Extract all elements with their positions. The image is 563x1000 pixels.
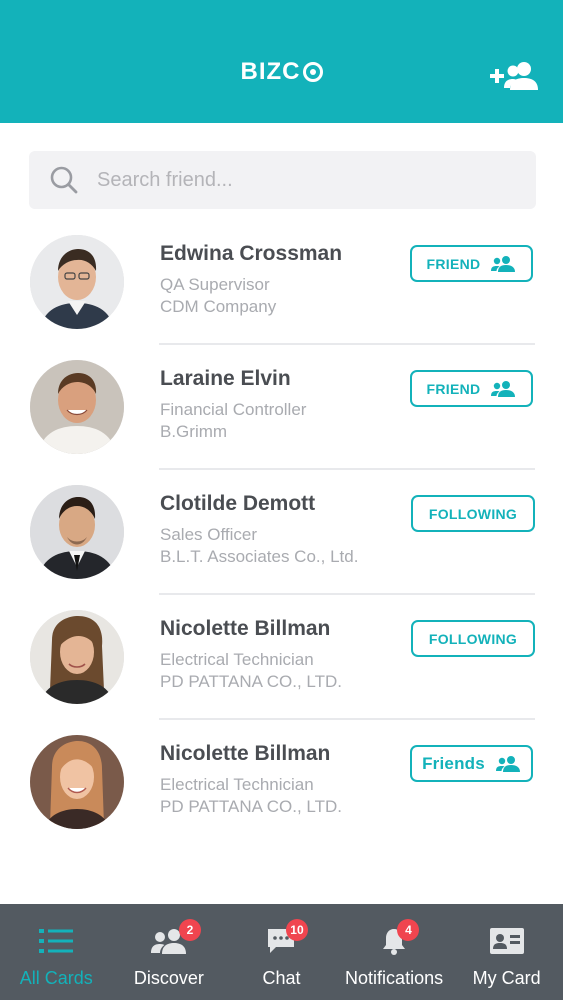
friends-button[interactable]: Friends: [410, 745, 533, 782]
contact-title: Electrical Technician: [160, 650, 314, 669]
discover-badge: 2: [179, 919, 202, 941]
avatar: [30, 235, 124, 329]
notifications-badge: 4: [397, 919, 420, 941]
avatar-photo: [30, 485, 124, 579]
chat-badge: 10: [285, 919, 308, 941]
contact-company: B.Grimm: [160, 422, 228, 441]
list-item[interactable]: Clotilde Demott Sales Officer B.L.T. Ass…: [0, 470, 563, 595]
tab-all-cards[interactable]: All Cards: [0, 904, 113, 1000]
logo-o-mark: [302, 62, 323, 82]
avatar: [30, 360, 124, 454]
tab-icon-wrap: [38, 926, 74, 956]
id-card-icon: [489, 928, 524, 954]
tab-chat[interactable]: 10 Chat: [225, 904, 338, 1000]
tab-label: Notifications: [345, 968, 444, 988]
search-icon: [50, 166, 78, 194]
avatar: [30, 485, 124, 579]
contact-name: Edwina Crossman: [160, 242, 343, 265]
friend-button-label: FRIEND: [426, 380, 481, 397]
friends-button-label: Friends: [422, 753, 485, 773]
add-friend-button[interactable]: [488, 60, 540, 94]
contact-company: PD PATTANA CO., LTD.: [160, 797, 342, 816]
search-input[interactable]: [97, 168, 497, 192]
avatar-photo: [30, 360, 124, 454]
friend-button-label: FRIEND: [426, 255, 481, 272]
contact-title: Sales Officer: [160, 525, 258, 544]
tab-discover[interactable]: 2 Discover: [113, 904, 226, 1000]
tab-icon-wrap: [489, 926, 525, 956]
contact-company: CDM Company: [160, 297, 277, 316]
list-icon: [39, 929, 74, 953]
contact-name: Nicolette Billman: [160, 742, 331, 765]
tab-notifications[interactable]: 4 Notifications: [338, 904, 451, 1000]
avatar: [30, 735, 124, 829]
contact-name: Laraine Elvin: [160, 367, 291, 390]
add-person-icon: [490, 62, 538, 90]
avatar: [30, 610, 124, 704]
app-logo: BIZC: [0, 58, 563, 86]
people-icon: [491, 380, 516, 397]
following-button[interactable]: FOLLOWING: [411, 495, 535, 532]
contact-title: QA Supervisor: [160, 275, 270, 294]
avatar-photo: [30, 610, 124, 704]
contact-company: B.L.T. Associates Co., Ltd.: [160, 547, 359, 566]
friend-button[interactable]: FRIEND: [410, 370, 533, 407]
list-item[interactable]: Laraine Elvin Financial Controller B.Gri…: [0, 345, 563, 470]
contact-company: PD PATTANA CO., LTD.: [160, 672, 342, 691]
contact-title: Electrical Technician: [160, 775, 314, 794]
people-icon: [491, 255, 516, 272]
tab-label: My Card: [472, 968, 541, 988]
tab-label: Discover: [133, 968, 204, 988]
avatar-photo: [30, 235, 124, 329]
list-item[interactable]: Nicolette Billman Electrical Technician …: [0, 595, 563, 720]
avatar-photo: [30, 735, 124, 829]
people-icon: [495, 755, 520, 772]
search-bar: [29, 151, 536, 209]
contact-name: Nicolette Billman: [160, 617, 331, 640]
list-item[interactable]: Nicolette Billman Electrical Technician …: [0, 720, 563, 845]
following-button-label: FOLLOWING: [428, 630, 518, 647]
tab-label: All Cards: [19, 968, 93, 988]
following-button-label: FOLLOWING: [428, 505, 518, 522]
contact-name: Clotilde Demott: [160, 492, 316, 515]
contact-title: Financial Controller: [160, 400, 307, 419]
tab-my-card[interactable]: My Card: [450, 904, 563, 1000]
bottom-tab-bar: All Cards 2 Discover 10 Chat 4 Notificat…: [0, 904, 563, 1000]
logo-text: BIZC: [240, 58, 301, 85]
friend-button[interactable]: FRIEND: [410, 245, 533, 282]
list-item[interactable]: Edwina Crossman QA Supervisor CDM Compan…: [0, 220, 563, 345]
following-button[interactable]: FOLLOWING: [411, 620, 535, 657]
app-header: BIZC: [0, 0, 563, 123]
tab-label: Chat: [262, 968, 301, 988]
contact-list: Edwina Crossman QA Supervisor CDM Compan…: [0, 220, 563, 845]
